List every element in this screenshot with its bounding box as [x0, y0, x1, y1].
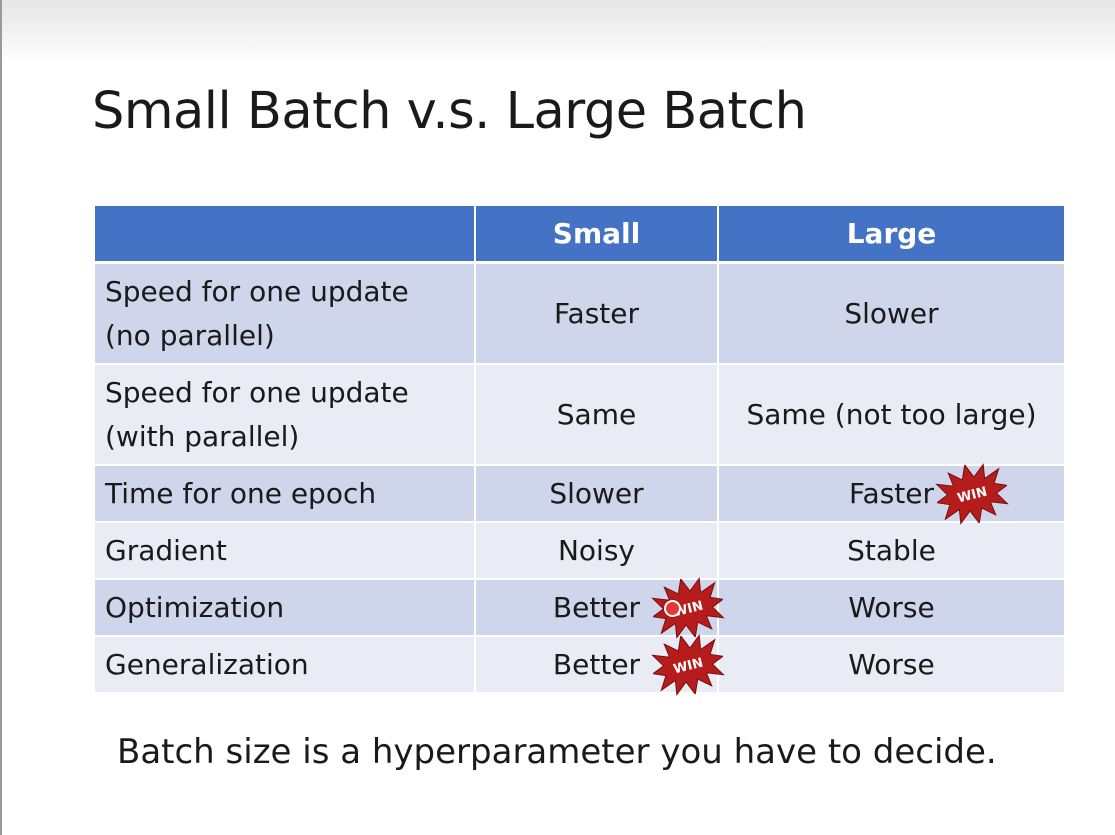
table-row: Time for one epoch Slower Faster WIN	[95, 462, 1064, 525]
cell-large: Stable	[718, 522, 1064, 580]
row-label: Time for one epoch	[95, 465, 476, 523]
window-top-band	[0, 0, 1115, 64]
win-badge-icon: WIN	[930, 456, 1014, 532]
cell-small: Slower	[475, 465, 719, 523]
cell-large: Worse	[718, 636, 1064, 694]
header-small: Small	[475, 206, 719, 264]
row-label: Generalization	[95, 636, 476, 694]
cell-large: Same (not too large)	[718, 364, 1064, 466]
row-label: Speed for one update (no parallel)	[95, 262, 476, 365]
row-label: Speed for one update (with parallel)	[95, 364, 476, 466]
cell-large: Slower	[718, 262, 1064, 365]
cell-small: Better WIN	[475, 633, 725, 696]
cell-small: Better WIN	[475, 576, 725, 639]
slide-footer-text: Batch size is a hyperparameter you have …	[117, 732, 997, 772]
cell-small-text: Better	[552, 647, 641, 681]
cell-small-text: Better	[552, 590, 641, 624]
row-label-line1: Speed for one update	[105, 274, 409, 308]
cell-large: Faster WIN	[718, 462, 1064, 525]
row-label: Optimization	[95, 579, 476, 637]
table-row: Optimization Better WIN Worse	[95, 576, 1064, 639]
laser-pointer-cursor	[664, 600, 681, 617]
table-row: Speed for one update (with parallel) Sam…	[95, 364, 1064, 466]
starburst-win-icon: WIN	[935, 462, 1009, 525]
table-row: Gradient Noisy Stable	[95, 522, 1064, 580]
row-label: Gradient	[95, 522, 476, 580]
header-large: Large	[718, 206, 1064, 264]
cell-small: Noisy	[475, 522, 719, 580]
header-empty-cell	[95, 206, 476, 264]
cell-large: Worse	[718, 579, 1064, 637]
cell-large-text: Faster	[849, 476, 934, 510]
row-label-line2: (no parallel)	[105, 318, 275, 352]
comparison-table: Small Large Speed for one update (no par…	[95, 206, 1064, 696]
table-row: Generalization Better WIN Worse	[95, 633, 1064, 696]
table-row: Speed for one update (no parallel) Faste…	[95, 262, 1064, 365]
window-left-edge	[0, 0, 2, 835]
table-header-row: Small Large	[95, 206, 1064, 264]
slide-title: Small Batch v.s. Large Batch	[92, 82, 807, 141]
row-label-line2: (with parallel)	[105, 419, 300, 453]
row-label-line1: Speed for one update	[105, 375, 409, 409]
cell-small: Faster	[475, 262, 719, 365]
cell-small: Same	[475, 364, 719, 466]
